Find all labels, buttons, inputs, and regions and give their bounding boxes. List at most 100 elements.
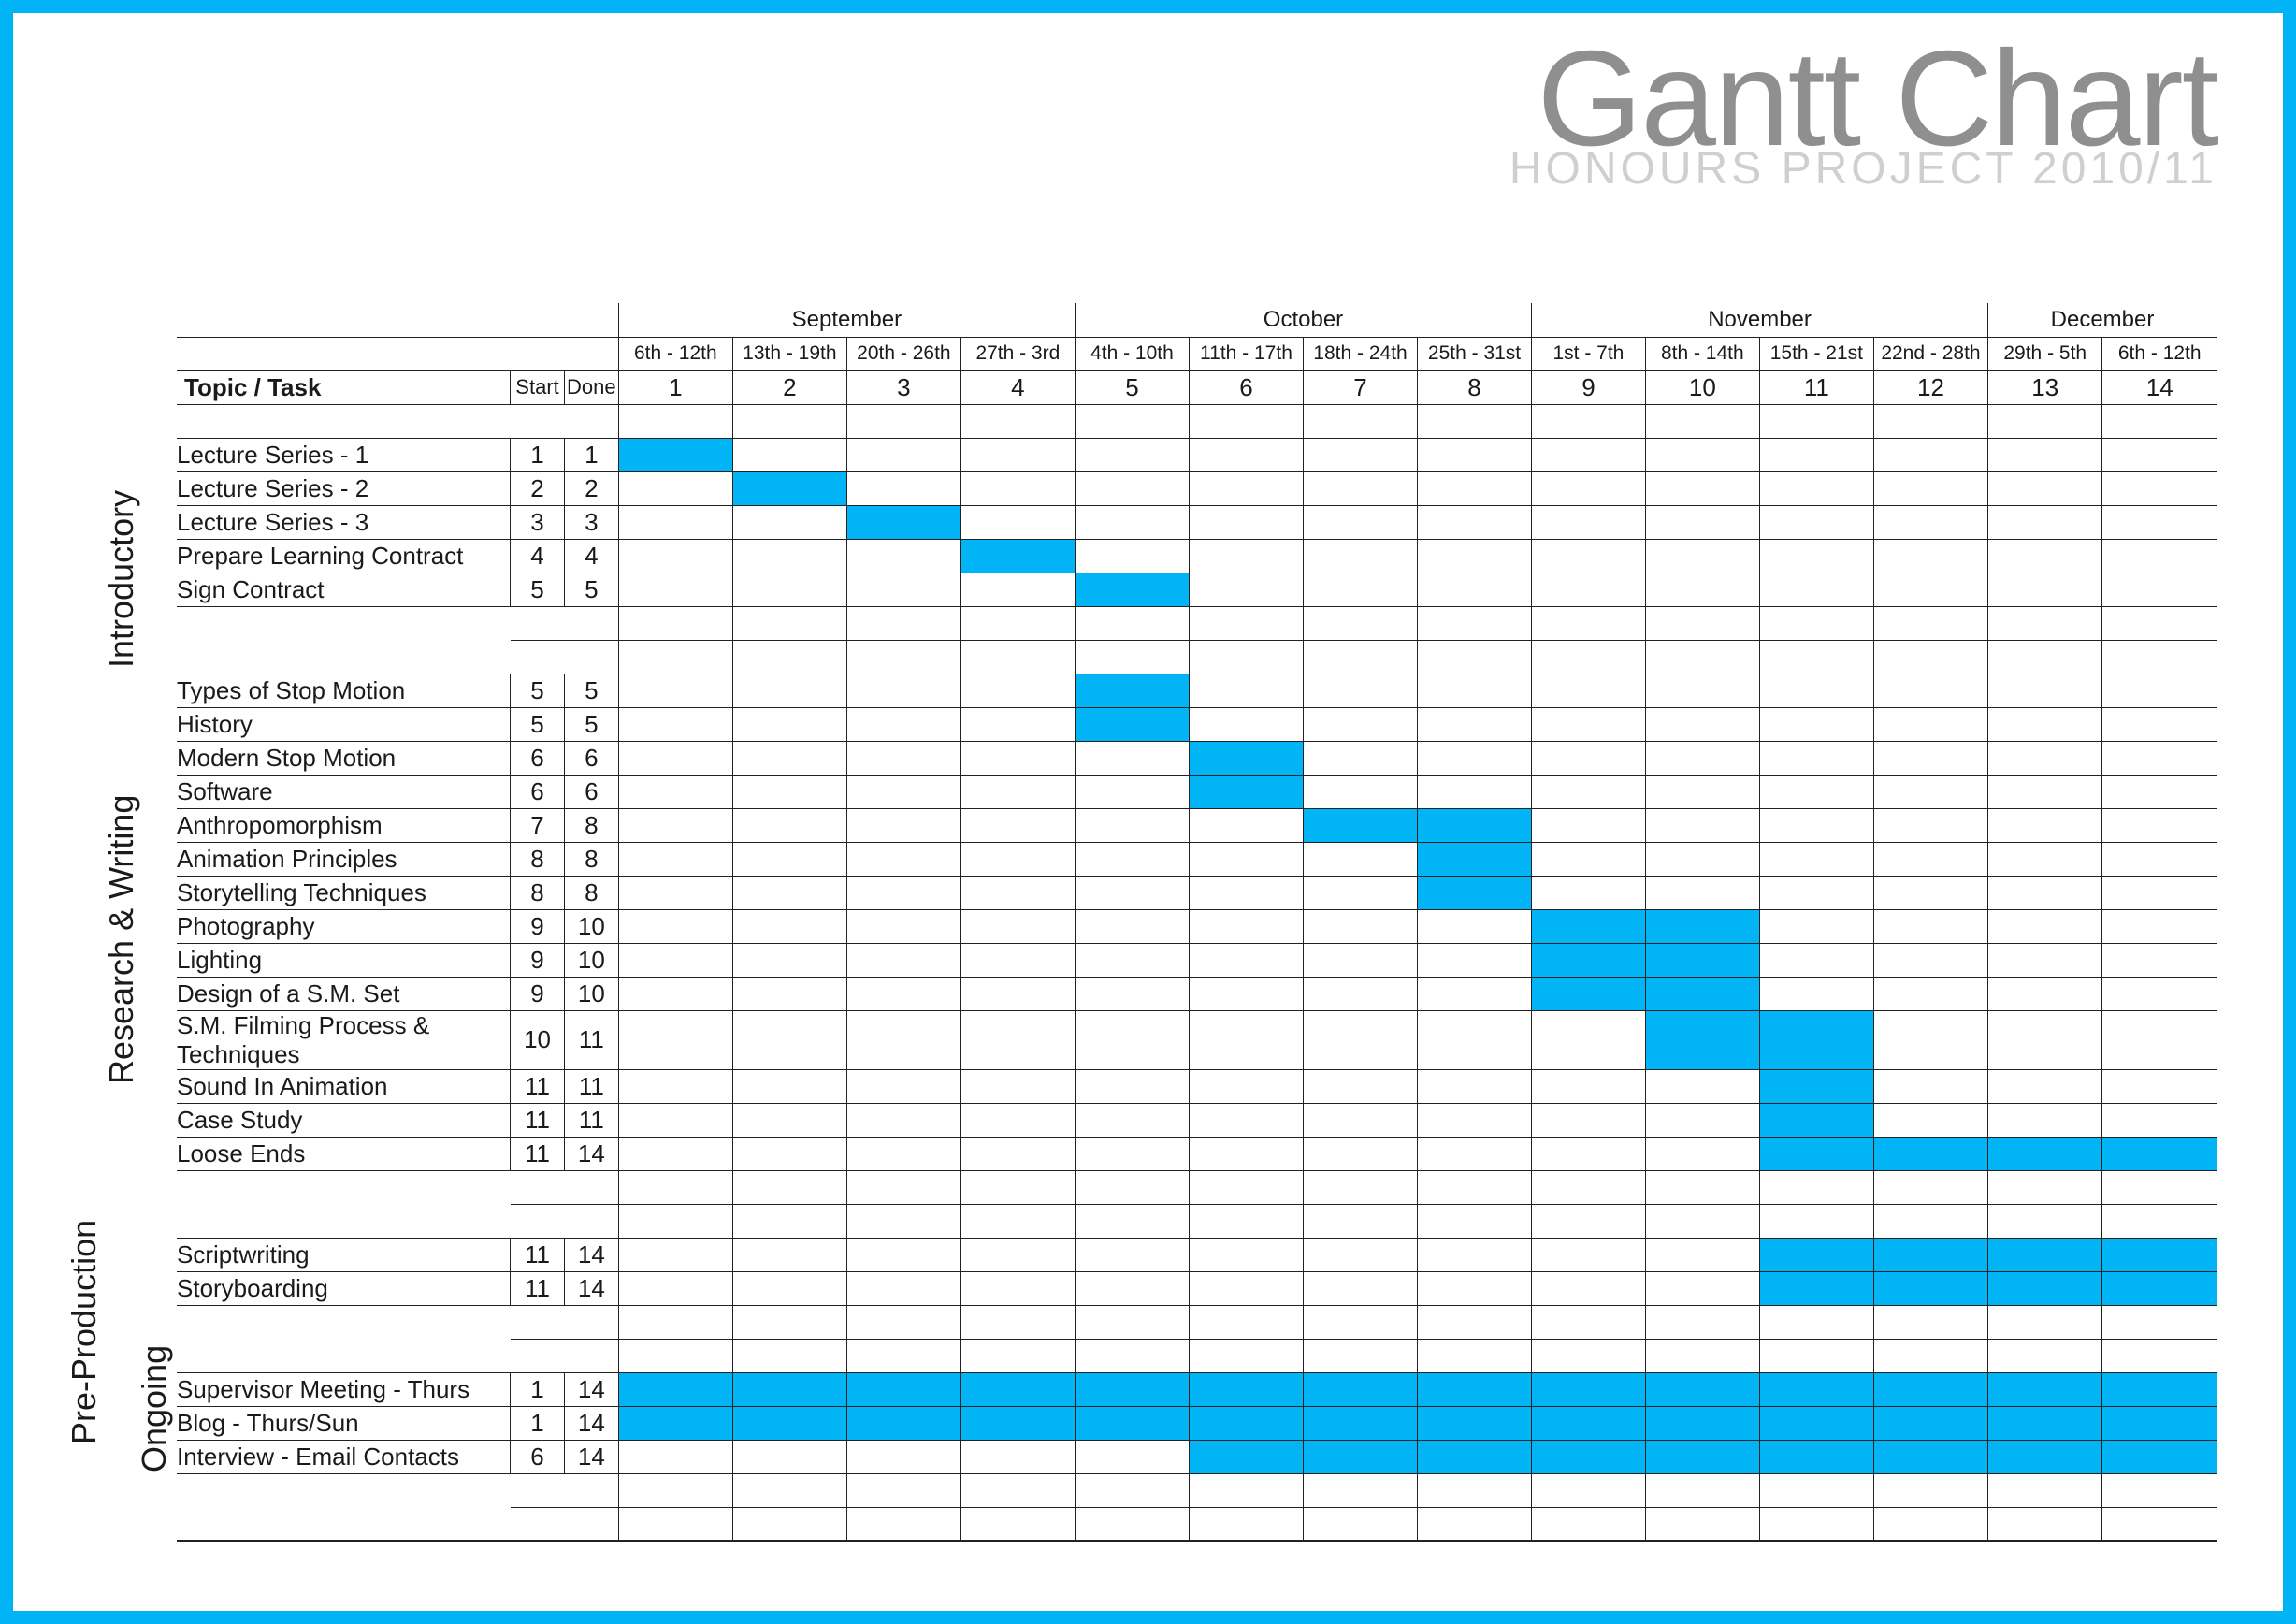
week-cell <box>960 977 1075 1010</box>
week-cell <box>1645 1406 1759 1440</box>
week-cell <box>1075 1372 1189 1406</box>
task-done: 5 <box>564 573 618 606</box>
week-cell <box>1532 573 1646 606</box>
task-row: Animation Principles88 <box>177 842 2217 876</box>
spacer-row <box>177 1305 2217 1339</box>
spacer-row <box>177 1204 2217 1238</box>
week-cell <box>2102 1137 2217 1170</box>
week-cell <box>1189 573 1303 606</box>
task-start: 10 <box>511 1010 565 1069</box>
week-cell <box>618 674 732 707</box>
spacer-row <box>177 1507 2217 1541</box>
week-cell <box>732 1069 846 1103</box>
week-cell <box>2102 471 2217 505</box>
week-cell <box>1645 707 1759 741</box>
range-6: 11th - 17th <box>1189 337 1303 370</box>
week-cell <box>1303 943 1417 977</box>
week-cell <box>960 1238 1075 1271</box>
task-done: 8 <box>564 808 618 842</box>
week-cell <box>1075 1010 1189 1069</box>
task-start: 5 <box>511 573 565 606</box>
week-cell <box>960 438 1075 471</box>
week-cell <box>1303 775 1417 808</box>
task-start: 6 <box>511 741 565 775</box>
week-cell <box>1988 471 2102 505</box>
task-name: Storytelling Techniques <box>177 876 511 909</box>
week-cell <box>1418 1238 1532 1271</box>
week-cell <box>1759 539 1873 573</box>
week-cell <box>1645 539 1759 573</box>
week-cell <box>1988 775 2102 808</box>
task-start: 8 <box>511 876 565 909</box>
week-cell <box>1532 943 1646 977</box>
week-cell <box>1418 1103 1532 1137</box>
week-cell <box>1759 1271 1873 1305</box>
week-cell <box>1759 1010 1873 1069</box>
week-cell <box>1532 674 1646 707</box>
weeknum-6: 6 <box>1189 370 1303 404</box>
week-cell <box>732 707 846 741</box>
week-cell <box>960 741 1075 775</box>
week-cell <box>1988 909 2102 943</box>
week-cell <box>1075 505 1189 539</box>
week-cell <box>1873 775 1987 808</box>
task-row: Case Study1111 <box>177 1103 2217 1137</box>
week-cell <box>1759 943 1873 977</box>
task-row: Design of a S.M. Set910 <box>177 977 2217 1010</box>
week-cell <box>1075 471 1189 505</box>
week-cell <box>1532 977 1646 1010</box>
week-cell <box>1645 808 1759 842</box>
month-dec: December <box>1988 303 2217 337</box>
week-cell <box>846 943 960 977</box>
week-cell <box>1303 1103 1417 1137</box>
week-cell <box>2102 539 2217 573</box>
week-cell <box>618 539 732 573</box>
week-cell <box>1189 741 1303 775</box>
week-cell <box>732 1372 846 1406</box>
week-cell <box>1075 438 1189 471</box>
task-row: Scriptwriting1114 <box>177 1238 2217 1271</box>
week-cell <box>1532 775 1646 808</box>
task-done: 14 <box>564 1440 618 1473</box>
week-cell <box>2102 505 2217 539</box>
weeknum-8: 8 <box>1418 370 1532 404</box>
week-cell <box>1988 1372 2102 1406</box>
week-cell <box>1988 1406 2102 1440</box>
week-cell <box>732 471 846 505</box>
week-cell <box>2102 674 2217 707</box>
task-row: Types of Stop Motion55 <box>177 674 2217 707</box>
task-start: 3 <box>511 505 565 539</box>
week-cell <box>1532 1103 1646 1137</box>
week-cell <box>1418 707 1532 741</box>
week-cell <box>1303 1069 1417 1103</box>
task-start: 11 <box>511 1238 565 1271</box>
week-cell <box>732 438 846 471</box>
range-11: 15th - 21st <box>1759 337 1873 370</box>
week-cell <box>846 471 960 505</box>
week-cell <box>732 808 846 842</box>
task-start: 2 <box>511 471 565 505</box>
week-cell <box>960 539 1075 573</box>
week-cell <box>1873 1069 1987 1103</box>
weeknum-13: 13 <box>1988 370 2102 404</box>
week-cell <box>1873 876 1987 909</box>
range-14: 6th - 12th <box>2102 337 2217 370</box>
week-cell <box>1418 808 1532 842</box>
week-cell <box>1075 1238 1189 1271</box>
week-cell <box>960 505 1075 539</box>
week-cell <box>1532 909 1646 943</box>
week-cell <box>846 573 960 606</box>
week-cell <box>732 842 846 876</box>
task-start: 1 <box>511 1406 565 1440</box>
page-title: Gantt Chart <box>1509 41 2217 156</box>
week-cell <box>2102 808 2217 842</box>
week-cell <box>1759 1069 1873 1103</box>
week-cell <box>960 1137 1075 1170</box>
week-cell <box>1532 741 1646 775</box>
week-cell <box>1303 707 1417 741</box>
task-name: Storyboarding <box>177 1271 511 1305</box>
week-cell <box>1075 1271 1189 1305</box>
week-cell <box>1988 505 2102 539</box>
week-cell <box>960 909 1075 943</box>
week-cell <box>960 471 1075 505</box>
